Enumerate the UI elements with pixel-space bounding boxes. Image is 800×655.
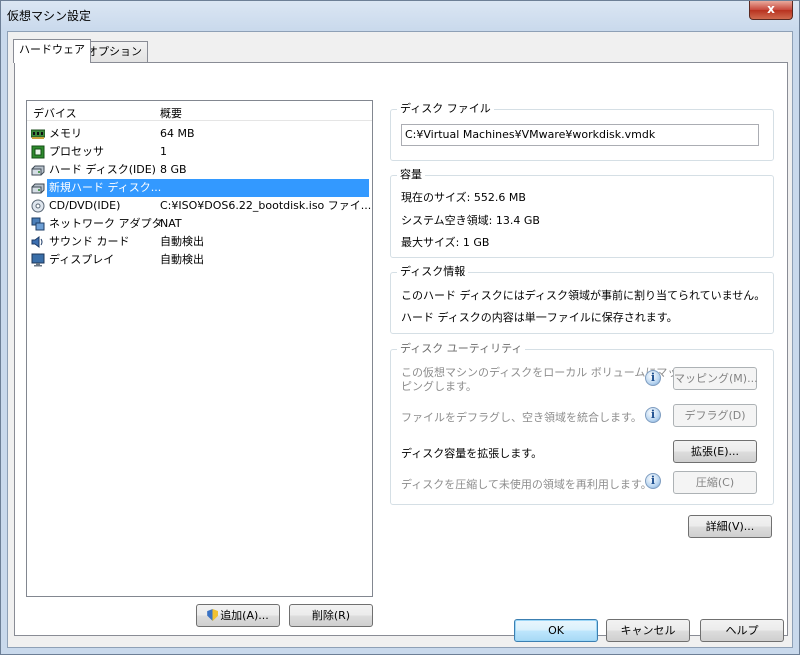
window-title: 仮想マシン設定: [7, 9, 92, 23]
compact-button[interactable]: 圧縮(C): [673, 471, 757, 494]
device-row-memory[interactable]: メモリ 64 MB: [27, 125, 372, 143]
device-row-processor[interactable]: プロセッサ 1: [27, 143, 372, 161]
hard-disk-icon: [31, 183, 45, 194]
shield-icon: [207, 609, 219, 621]
current-size-label: 現在のサイズ: 552.6 MB: [401, 191, 526, 204]
device-summary: 自動検出: [160, 235, 204, 248]
disk-info-line-1: このハード ディスクにはディスク領域が事前に割り当てられていません。: [401, 289, 766, 302]
cd-dvd-icon: [31, 199, 45, 213]
device-summary: 8 GB: [160, 163, 187, 176]
expand-button[interactable]: 拡張(E)...: [673, 440, 757, 463]
device-name: CD/DVD(IDE): [49, 199, 121, 212]
close-button[interactable]: x: [749, 1, 793, 20]
device-name: ハード ディスク(IDE): [49, 163, 156, 176]
add-button[interactable]: 追加(A)...: [196, 604, 280, 627]
disk-file-path-field[interactable]: C:¥Virtual Machines¥VMware¥workdisk.vmdk: [401, 124, 759, 146]
display-icon: [31, 253, 45, 267]
device-name: メモリ: [49, 127, 82, 140]
device-name: ディスプレイ: [49, 253, 115, 266]
network-adapter-icon: [31, 217, 45, 231]
device-list-header: デバイス 概要: [27, 101, 372, 121]
device-summary: NAT: [160, 217, 182, 230]
compact-description: ディスクを圧縮して未使用の領域を再利用します。: [401, 478, 652, 491]
disk-file-title: ディスク ファイル: [397, 102, 494, 116]
device-name: プロセッサ: [49, 145, 104, 158]
device-list[interactable]: デバイス 概要 メモリ 64 MB プロセッサ 1 ハード ディスク(IDE) …: [26, 100, 373, 597]
disk-info-line-2: ハード ディスクの内容は単一ファイルに保存されます。: [401, 311, 678, 324]
device-row-network-adapter[interactable]: ネットワーク アダプタ NAT: [27, 215, 372, 233]
device-row-sound-card[interactable]: サウンド カード 自動検出: [27, 233, 372, 251]
device-row-hard-disk-ide[interactable]: ハード ディスク(IDE) 8 GB: [27, 161, 372, 179]
free-space-label: システム空き領域: 13.4 GB: [401, 214, 540, 227]
vm-settings-window: 仮想マシン設定 x ハードウェア オプション デバイス 概要 メモリ 64 MB…: [0, 0, 800, 655]
expand-description: ディスク容量を拡張します。: [401, 447, 543, 460]
map-description-line-2: ピングします。: [401, 380, 477, 393]
column-header-summary[interactable]: 概要: [160, 105, 182, 121]
tab-hardware[interactable]: ハードウェア: [13, 39, 91, 63]
device-summary: 64 MB: [160, 127, 195, 140]
help-button[interactable]: ヘルプ: [700, 619, 784, 642]
device-summary: C:¥ISO¥DOS6.22_bootdisk.iso ファイ...: [160, 199, 372, 212]
sound-card-icon: [31, 236, 43, 248]
advanced-button[interactable]: 詳細(V)...: [688, 515, 772, 538]
remove-button[interactable]: 削除(R): [289, 604, 373, 627]
device-summary: 自動検出: [160, 253, 204, 266]
info-icon: i: [645, 370, 661, 386]
map-button[interactable]: マッピング(M)...: [673, 367, 758, 390]
max-size-label: 最大サイズ: 1 GB: [401, 236, 490, 249]
device-name: 新規ハード ディスク...: [47, 179, 369, 197]
info-icon: i: [645, 407, 661, 423]
capacity-group: 容量 現在のサイズ: 552.6 MB システム空き領域: 13.4 GB 最大…: [390, 168, 774, 258]
device-summary: 1: [160, 145, 167, 158]
device-name: ネットワーク アダプタ: [49, 217, 163, 230]
title-bar[interactable]: 仮想マシン設定 x: [1, 1, 799, 31]
column-header-device[interactable]: デバイス: [33, 105, 77, 121]
device-row-display[interactable]: ディスプレイ 自動検出: [27, 251, 372, 269]
defrag-description: ファイルをデフラグし、空き領域を統合します。: [401, 411, 642, 424]
dialog-body: ハードウェア オプション デバイス 概要 メモリ 64 MB プロセッサ 1 ハ…: [7, 31, 793, 648]
disk-info-title: ディスク情報: [397, 265, 469, 279]
hardware-panel: デバイス 概要 メモリ 64 MB プロセッサ 1 ハード ディスク(IDE) …: [14, 62, 788, 636]
hard-disk-icon: [31, 165, 45, 176]
disk-utility-group: ディスク ユーティリティ この仮想マシンのディスクをローカル ボリュームにマッ …: [390, 342, 774, 505]
device-row-cd-dvd[interactable]: CD/DVD(IDE) C:¥ISO¥DOS6.22_bootdisk.iso …: [27, 197, 372, 215]
disk-utility-title: ディスク ユーティリティ: [397, 342, 526, 356]
device-row-new-hard-disk[interactable]: 新規ハード ディスク...: [27, 179, 372, 197]
info-icon: i: [645, 473, 661, 489]
cancel-button[interactable]: キャンセル: [606, 619, 690, 642]
memory-icon: [31, 129, 45, 139]
add-button-label: 追加(A)...: [220, 609, 269, 622]
disk-info-group: ディスク情報 このハード ディスクにはディスク領域が事前に割り当てられていません…: [390, 265, 774, 334]
defrag-button[interactable]: デフラグ(D): [673, 404, 757, 427]
tab-options[interactable]: オプション: [81, 41, 148, 62]
disk-file-group: ディスク ファイル C:¥Virtual Machines¥VMware¥wor…: [390, 102, 774, 161]
processor-icon: [31, 145, 45, 159]
ok-button[interactable]: OK: [514, 619, 598, 642]
capacity-title: 容量: [397, 168, 425, 182]
device-name: サウンド カード: [49, 235, 130, 248]
